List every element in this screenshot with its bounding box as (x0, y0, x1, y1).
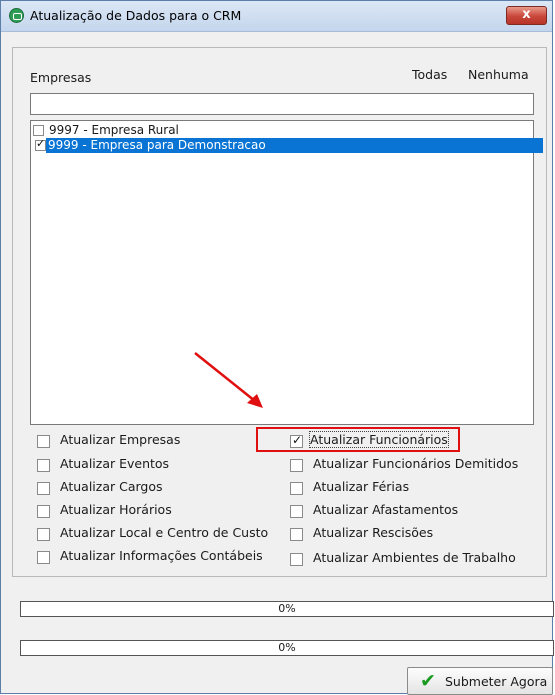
checkbox[interactable] (37, 459, 50, 472)
checkbox[interactable] (290, 528, 303, 541)
checkbox[interactable] (37, 482, 50, 495)
list-item-selected[interactable]: 9999 - Empresa para Demonstracao (46, 138, 543, 153)
progress-bar-2: 0% (20, 640, 554, 656)
empresas-list[interactable]: 9997 - Empresa Rural 9999 - Empresa para… (30, 120, 543, 425)
main-panel: Empresas Todas Nenhuma 9997 - Empresa Ru… (12, 47, 547, 577)
annotation-arrow-icon (194, 352, 263, 408)
title-bar: Atualização de Dados para o CRM x (1, 1, 552, 32)
empresas-label: Empresas (30, 70, 92, 85)
check-icon: ✔ (420, 670, 436, 692)
list-item-label: 9999 - Empresa para Demonstracao (48, 138, 266, 152)
checkbox-empresa-9999[interactable] (35, 137, 46, 151)
window-title: Atualização de Dados para o CRM (30, 8, 242, 23)
checkbox[interactable] (290, 482, 303, 495)
submit-now-button[interactable]: ✔ Submeter Agora (407, 667, 553, 695)
progress-bar-1: 0% (20, 601, 554, 617)
close-button[interactable]: x (506, 6, 547, 25)
checkbox[interactable] (37, 551, 50, 564)
checkbox[interactable] (290, 553, 303, 566)
submit-label: Submeter Agora (445, 674, 548, 689)
select-none-link[interactable]: Nenhuma (468, 67, 529, 82)
checkbox[interactable] (290, 459, 303, 472)
checkbox[interactable] (37, 528, 50, 541)
app-icon (9, 8, 24, 23)
annotation-highlight-box (256, 427, 460, 452)
list-item-label: 9997 - Empresa Rural (49, 123, 179, 137)
checkbox[interactable] (37, 435, 50, 448)
crm-update-dialog: Atualização de Dados para o CRM x Empres… (0, 0, 554, 695)
checkbox[interactable] (37, 505, 50, 518)
checkbox-empresa-9997[interactable] (33, 125, 44, 136)
checkbox[interactable] (290, 505, 303, 518)
select-all-link[interactable]: Todas (412, 67, 447, 82)
empresas-filter-input[interactable] (30, 93, 534, 115)
